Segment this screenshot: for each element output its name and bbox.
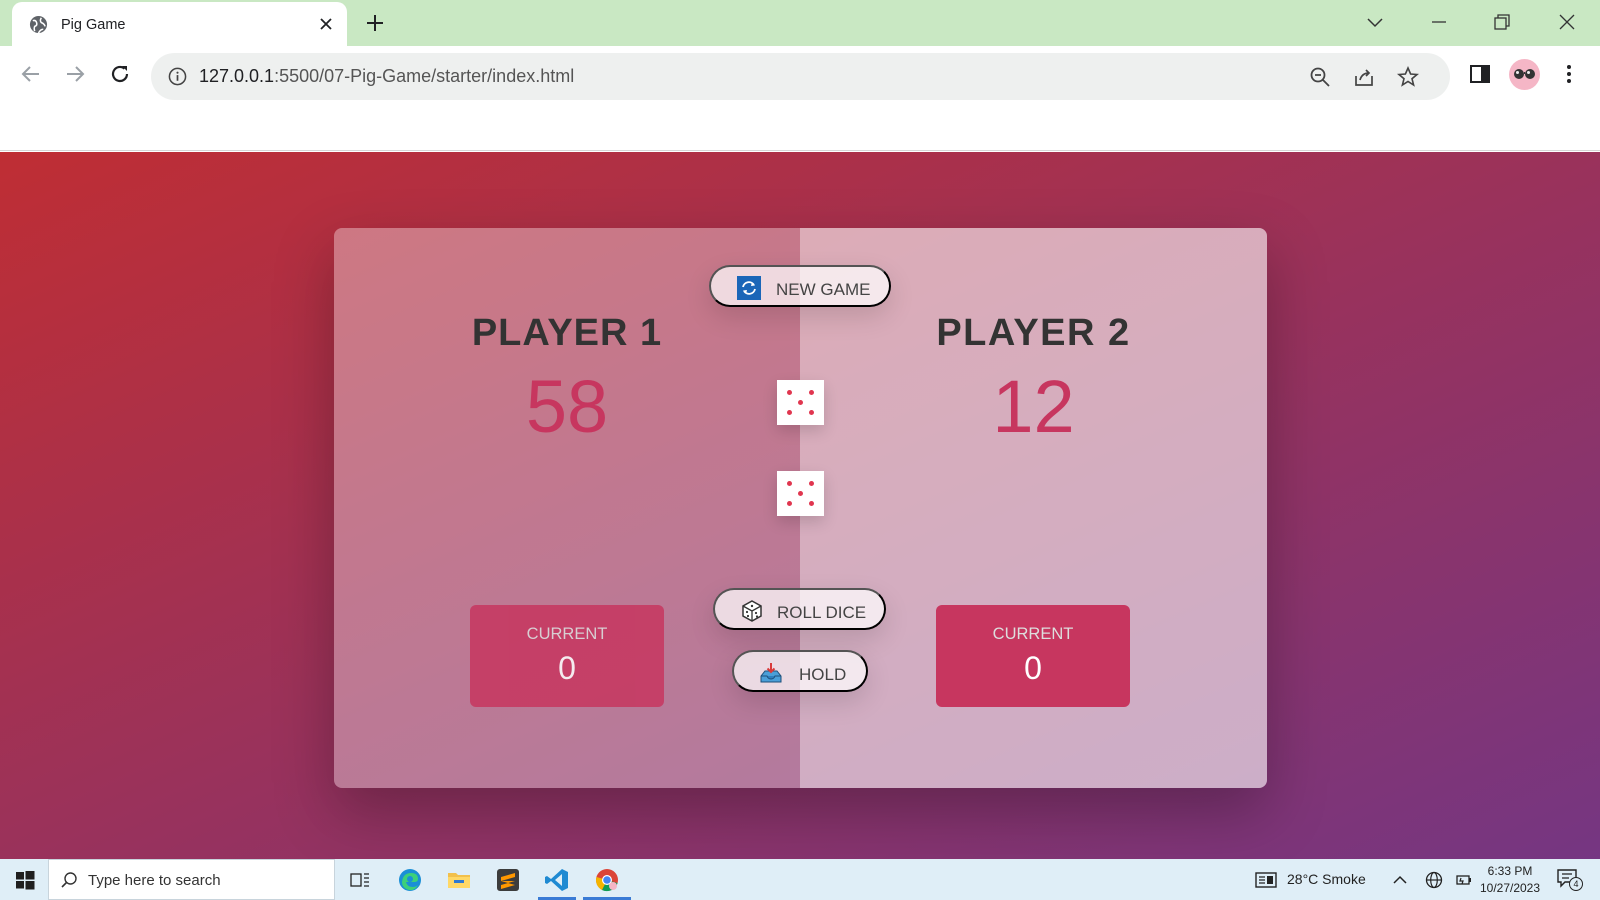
share-icon[interactable] [1352,65,1376,89]
dice-pip [787,501,793,507]
zoom-out-icon[interactable] [1308,65,1332,89]
player-1-panel: Player 1 58 Current 0 [334,228,800,788]
player-1-current-label: Current [526,625,608,643]
inbox-download-icon [760,663,782,683]
page-background: Player 1 58 Current 0 Player 2 12 Curren… [0,152,1600,859]
sublime-text-icon[interactable] [495,867,521,893]
bookmark-star-icon[interactable] [1396,65,1420,89]
forward-icon[interactable] [63,62,87,86]
weather-text[interactable]: 28°C Smoke [1287,871,1366,887]
bookmarks-bar [0,104,1600,151]
dice-pip [808,389,814,395]
dice-2 [777,471,824,516]
player-1-name: Player 1 [471,312,663,354]
new-game-label: New game [776,280,871,299]
player-2-current-score: 0 [1024,650,1042,686]
hold-label: Hold [799,665,847,684]
network-globe-icon[interactable] [1425,871,1443,889]
globe-icon [29,15,48,34]
url-text: 127.0.0.1:5500/07-Pig-Game/starter/index… [199,66,574,87]
player-1-current-score: 0 [558,650,576,686]
task-view-icon[interactable] [347,867,373,893]
chrome-icon[interactable] [594,867,620,893]
roll-dice-label: Roll dice [777,603,867,622]
file-explorer-icon[interactable] [446,867,472,893]
tab-search-chevron-icon[interactable] [1364,11,1386,33]
back-icon[interactable] [19,62,43,86]
dice-1 [777,380,824,425]
restore-icon[interactable] [1491,11,1513,33]
dice-pip [798,400,803,405]
edge-browser-icon[interactable] [397,867,423,893]
refresh-icon [737,276,761,300]
clock-time: 6:33 PM [1487,864,1533,878]
taskbar-search-input[interactable]: Type here to search [48,859,335,900]
menu-kebab-icon[interactable] [1557,62,1581,86]
minimize-icon[interactable] [1428,11,1450,33]
player-2-name: Player 2 [936,312,1131,354]
roll-dice-button[interactable]: Roll dice [713,588,886,630]
browser-toolbar: 127.0.0.1:5500/07-Pig-Game/starter/index… [0,46,1600,104]
glasses-icon [1514,69,1535,79]
dice-pip [808,501,814,507]
taskbar-clock[interactable]: 6:33 PM 10/27/2023 [1470,863,1550,897]
dice-pip [787,410,793,416]
browser-tab-strip: Pig Game [0,0,1600,46]
windows-taskbar: Type here to search 28°C Smoke 6:33 PM 1… [0,859,1600,900]
windows-start-icon[interactable] [12,867,38,893]
reload-icon[interactable] [108,62,132,86]
url-host: 127.0.0.1 [199,66,275,86]
player-1-current-box: Current 0 [470,605,664,707]
notification-count-badge: 4 [1569,877,1583,891]
player-1-score: 58 [525,365,609,448]
dice-pip [787,480,793,486]
search-placeholder: Type here to search [88,872,221,889]
profile-avatar[interactable] [1509,59,1540,90]
url-path: :5500/07-Pig-Game/starter/index.html [274,66,575,86]
player-2-current-label: Current [992,625,1074,643]
tab-title: Pig Game [61,17,126,33]
dice-pip [808,480,814,486]
chevron-up-icon[interactable] [1392,873,1408,887]
new-game-button[interactable]: New game [709,265,891,307]
dice-pip [787,389,793,395]
notification-center-button[interactable]: 4 [1556,868,1584,892]
side-panel-icon[interactable] [1468,62,1492,86]
player-2-score: 12 [992,365,1075,448]
hold-button[interactable]: Hold [732,650,868,692]
close-tab-icon[interactable] [316,14,336,34]
address-bar[interactable]: 127.0.0.1:5500/07-Pig-Game/starter/index… [151,53,1450,100]
search-icon [61,872,77,888]
dice-icon [742,600,762,622]
dice-pip [808,410,814,416]
site-info-icon[interactable] [168,67,187,86]
browser-tab[interactable]: Pig Game [12,2,347,46]
clock-date: 10/27/2023 [1479,881,1541,895]
dice-pip [798,491,803,496]
player-2-panel: Player 2 12 Current 0 [800,228,1267,788]
player-2-current-box: Current 0 [936,605,1130,707]
new-tab-icon[interactable] [365,13,385,33]
game-board: Player 1 58 Current 0 Player 2 12 Curren… [334,228,1267,788]
vscode-icon[interactable] [544,867,570,893]
close-window-icon[interactable] [1556,11,1578,33]
weather-icon[interactable] [1255,872,1277,888]
